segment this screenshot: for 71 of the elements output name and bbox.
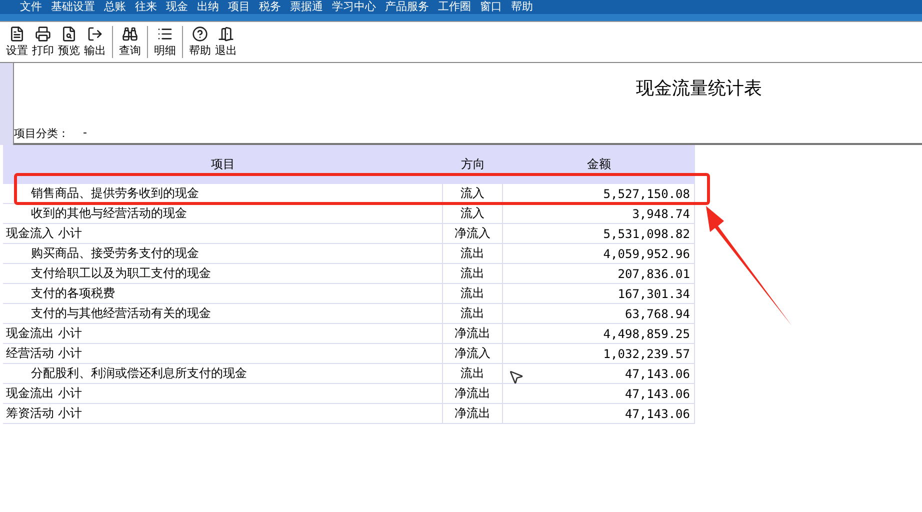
table-cell: 净流出 [443,384,503,404]
table-cell: 分配股利、利润或偿还利息所支付的现金 [3,364,443,384]
table-cell: 4,059,952.96 [503,244,695,264]
table-cell: 筹资活动 小计 [3,404,443,424]
menu-item[interactable]: 工作圈 [438,0,471,14]
table-cell: 流出 [443,364,503,384]
toolbar-button[interactable]: 打印 [30,26,56,58]
category-value: - [83,126,87,141]
binoculars-icon [122,26,138,42]
magnifier-document-icon [61,26,77,42]
table-cell: 流出 [443,284,503,304]
menu-item[interactable]: 学习中心 [332,0,376,14]
table-cell: 现金流出 小计 [3,324,443,344]
table-cell: 1,032,239.57 [503,344,695,364]
table-cell: 经营活动 小计 [3,344,443,364]
menu-item[interactable]: 文件 [20,0,42,14]
table-cell: 净流出 [443,324,503,344]
report-title: 现金流量统计表 [636,77,763,100]
list-icon [157,26,173,42]
table-cell: 167,301.34 [503,284,695,304]
column-header: 金额 [503,145,695,184]
table-cell: 207,836.01 [503,264,695,284]
toolbar-button[interactable]: 帮助 [187,26,213,58]
door-icon [218,26,234,42]
menu-item[interactable]: 税务 [259,0,281,14]
table-cell: 流入 [443,184,503,204]
menu-item[interactable]: 基础设置 [51,0,95,14]
table-cell: 支付给职工以及为职工支付的现金 [3,264,443,284]
cursor-icon [508,369,524,385]
menu-item[interactable]: 产品服务 [385,0,429,14]
table-cell: 净流入 [443,224,503,244]
menu-item[interactable]: 项目 [228,0,250,14]
table-cell: 净流出 [443,404,503,424]
menu-item[interactable]: 总账 [104,0,126,14]
menu-item[interactable]: 帮助 [511,0,533,14]
table-cell: 4,498,859.25 [503,324,695,344]
document-icon [9,26,25,42]
menu-item[interactable]: 出纳 [197,0,219,14]
table-cell: 现金流入 小计 [3,224,443,244]
table-cell: 5,527,150.08 [503,184,695,204]
table-cell: 购买商品、接受劳务支付的现金 [3,244,443,264]
toolbar-button[interactable]: 明细 [152,26,178,58]
menu-item[interactable]: 窗口 [480,0,502,14]
column-header: 项目 [3,145,443,184]
menu-item[interactable]: 票据通 [290,0,323,14]
help-icon [192,26,208,42]
toolbar-button[interactable]: 退出 [213,26,239,58]
table-cell: 47,143.06 [503,404,695,424]
table-cell: 销售商品、提供劳务收到的现金 [3,184,443,204]
table-cell: 支付的与其他经营活动有关的现金 [3,304,443,324]
menu-item[interactable]: 往来 [135,0,157,14]
table-cell: 流出 [443,304,503,324]
table-cell: 收到的其他与经营活动的现金 [3,204,443,224]
toolbar-button[interactable]: 预览 [56,26,82,58]
table-cell: 流入 [443,204,503,224]
category-label: 项目分类： [14,126,69,141]
menu-item[interactable]: 现金 [166,0,188,14]
table-cell: 流出 [443,244,503,264]
column-header: 方向 [443,145,503,184]
table-cell: 支付的各项税费 [3,284,443,304]
table-cell: 净流入 [443,344,503,364]
toolbar-button[interactable]: 设置 [4,26,30,58]
toolbar-button[interactable]: 输出 [82,26,108,58]
table-cell: 63,768.94 [503,304,695,324]
table-cell: 3,948.74 [503,204,695,224]
table-cell: 现金流出 小计 [3,384,443,404]
table-cell: 5,531,098.82 [503,224,695,244]
table-cell: 47,143.06 [503,384,695,404]
toolbar-button[interactable]: 查询 [117,26,143,58]
table-cell: 流出 [443,264,503,284]
printer-icon [35,26,51,42]
